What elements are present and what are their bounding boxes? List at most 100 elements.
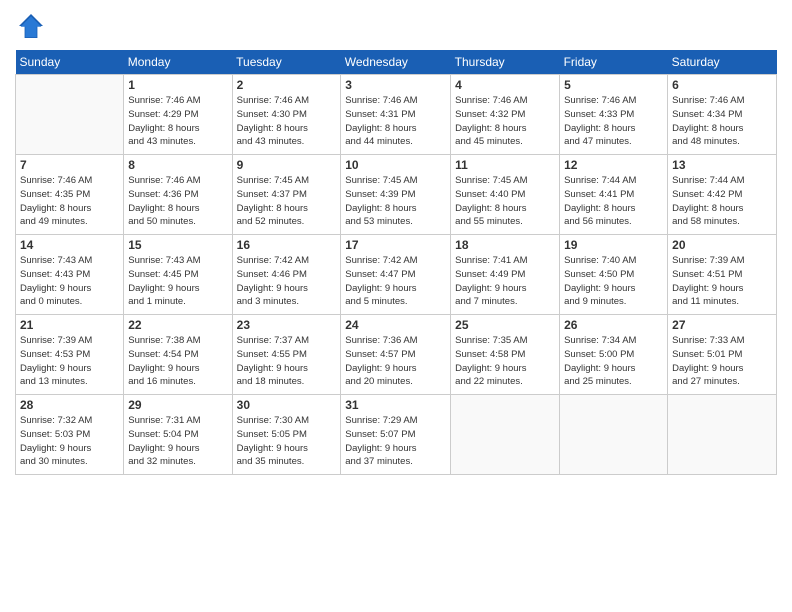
week-row-1: 1 Sunrise: 7:46 AMSunset: 4:29 PMDaylight… [16,75,777,155]
calendar-cell: 12 Sunrise: 7:44 AMSunset: 4:41 PMDayligh… [560,155,668,235]
day-number: 7 [20,158,119,172]
day-number: 5 [564,78,663,92]
day-info: Sunrise: 7:44 AMSunset: 4:41 PMDaylight:… [564,174,663,229]
calendar-cell: 8 Sunrise: 7:46 AMSunset: 4:36 PMDaylight… [124,155,232,235]
logo [15,10,51,42]
calendar-cell [16,75,124,155]
calendar-cell [668,395,777,475]
day-info: Sunrise: 7:43 AMSunset: 4:43 PMDaylight:… [20,254,119,309]
day-number: 8 [128,158,227,172]
day-number: 25 [455,318,555,332]
day-info: Sunrise: 7:45 AMSunset: 4:37 PMDaylight:… [237,174,337,229]
day-number: 12 [564,158,663,172]
calendar-cell: 6 Sunrise: 7:46 AMSunset: 4:34 PMDaylight… [668,75,777,155]
day-number: 2 [237,78,337,92]
day-info: Sunrise: 7:29 AMSunset: 5:07 PMDaylight:… [345,414,446,469]
day-info: Sunrise: 7:41 AMSunset: 4:49 PMDaylight:… [455,254,555,309]
day-number: 30 [237,398,337,412]
day-info: Sunrise: 7:43 AMSunset: 4:45 PMDaylight:… [128,254,227,309]
day-info: Sunrise: 7:42 AMSunset: 4:46 PMDaylight:… [237,254,337,309]
calendar-cell: 5Sunrise: 7:46 AMSunset: 4:33 PMDaylight… [560,75,668,155]
header-day-sunday: Sunday [16,50,124,75]
calendar-cell: 19 Sunrise: 7:40 AMSunset: 4:50 PMDayligh… [560,235,668,315]
calendar-cell [560,395,668,475]
day-info: Sunrise: 7:39 AMSunset: 4:53 PMDaylight:… [20,334,119,389]
day-number: 21 [20,318,119,332]
calendar-cell: 20 Sunrise: 7:39 AMSunset: 4:51 PMDayligh… [668,235,777,315]
day-info: Sunrise: 7:39 AMSunset: 4:51 PMDaylight:… [672,254,772,309]
day-info: Sunrise: 7:46 AMSunset: 4:34 PMDaylight:… [672,94,772,149]
day-number: 9 [237,158,337,172]
day-number: 31 [345,398,446,412]
day-number: 6 [672,78,772,92]
week-row-5: 28Sunrise: 7:32 AMSunset: 5:03 PMDayligh… [16,395,777,475]
logo-icon [15,10,47,42]
day-info: Sunrise: 7:45 AMSunset: 4:40 PMDaylight:… [455,174,555,229]
calendar-cell: 2 Sunrise: 7:46 AMSunset: 4:30 PMDaylight… [232,75,341,155]
day-number: 11 [455,158,555,172]
calendar-table: SundayMondayTuesdayWednesdayThursdayFrid… [15,50,777,475]
day-number: 10 [345,158,446,172]
header-day-wednesday: Wednesday [341,50,451,75]
day-number: 26 [564,318,663,332]
day-info: Sunrise: 7:31 AMSunset: 5:04 PMDaylight:… [128,414,227,469]
header-day-thursday: Thursday [451,50,560,75]
week-row-2: 7 Sunrise: 7:46 AMSunset: 4:35 PMDaylight… [16,155,777,235]
day-number: 18 [455,238,555,252]
day-info: Sunrise: 7:45 AMSunset: 4:39 PMDaylight:… [345,174,446,229]
day-number: 24 [345,318,446,332]
calendar-cell: 14 Sunrise: 7:43 AMSunset: 4:43 PMDayligh… [16,235,124,315]
calendar-body: 1 Sunrise: 7:46 AMSunset: 4:29 PMDaylight… [16,75,777,475]
calendar-cell: 10 Sunrise: 7:45 AMSunset: 4:39 PMDayligh… [341,155,451,235]
day-info: Sunrise: 7:30 AMSunset: 5:05 PMDaylight:… [237,414,337,469]
day-info: Sunrise: 7:40 AMSunset: 4:50 PMDaylight:… [564,254,663,309]
day-info: Sunrise: 7:46 AMSunset: 4:29 PMDaylight:… [128,94,227,149]
calendar-cell: 13 Sunrise: 7:44 AMSunset: 4:42 PMDayligh… [668,155,777,235]
day-number: 4 [455,78,555,92]
calendar-cell: 11 Sunrise: 7:45 AMSunset: 4:40 PMDayligh… [451,155,560,235]
day-number: 15 [128,238,227,252]
day-info: Sunrise: 7:46 AMSunset: 4:35 PMDaylight:… [20,174,119,229]
header [15,10,777,42]
day-info: Sunrise: 7:46 AMSunset: 4:31 PMDaylight:… [345,94,446,149]
calendar-cell: 22 Sunrise: 7:38 AMSunset: 4:54 PMDayligh… [124,315,232,395]
calendar-cell: 3 Sunrise: 7:46 AMSunset: 4:31 PMDaylight… [341,75,451,155]
day-number: 3 [345,78,446,92]
day-info: Sunrise: 7:46 AMSunset: 4:32 PMDaylight:… [455,94,555,149]
calendar-cell: 15 Sunrise: 7:43 AMSunset: 4:45 PMDayligh… [124,235,232,315]
calendar-cell: 30 Sunrise: 7:30 AMSunset: 5:05 PMDayligh… [232,395,341,475]
calendar-cell: 25 Sunrise: 7:35 AMSunset: 4:58 PMDayligh… [451,315,560,395]
calendar-cell: 31 Sunrise: 7:29 AMSunset: 5:07 PMDayligh… [341,395,451,475]
calendar-cell: 1 Sunrise: 7:46 AMSunset: 4:29 PMDaylight… [124,75,232,155]
day-info: Sunrise: 7:44 AMSunset: 4:42 PMDaylight:… [672,174,772,229]
calendar-cell: 23 Sunrise: 7:37 AMSunset: 4:55 PMDayligh… [232,315,341,395]
day-number: 23 [237,318,337,332]
calendar-cell: 17Sunrise: 7:42 AMSunset: 4:47 PMDayligh… [341,235,451,315]
day-number: 19 [564,238,663,252]
calendar-cell: 27Sunrise: 7:33 AMSunset: 5:01 PMDayligh… [668,315,777,395]
day-number: 14 [20,238,119,252]
calendar-cell: 24 Sunrise: 7:36 AMSunset: 4:57 PMDayligh… [341,315,451,395]
day-number: 29 [128,398,227,412]
page-container: SundayMondayTuesdayWednesdayThursdayFrid… [0,0,792,485]
calendar-cell: 9 Sunrise: 7:45 AMSunset: 4:37 PMDaylight… [232,155,341,235]
week-row-4: 21 Sunrise: 7:39 AMSunset: 4:53 PMDayligh… [16,315,777,395]
day-info: Sunrise: 7:46 AMSunset: 4:36 PMDaylight:… [128,174,227,229]
day-info: Sunrise: 7:32 AMSunset: 5:03 PMDaylight:… [20,414,119,469]
day-info: Sunrise: 7:38 AMSunset: 4:54 PMDaylight:… [128,334,227,389]
day-info: Sunrise: 7:35 AMSunset: 4:58 PMDaylight:… [455,334,555,389]
calendar-cell: 21 Sunrise: 7:39 AMSunset: 4:53 PMDayligh… [16,315,124,395]
calendar-header: SundayMondayTuesdayWednesdayThursdayFrid… [16,50,777,75]
day-number: 1 [128,78,227,92]
day-info: Sunrise: 7:46 AMSunset: 4:30 PMDaylight:… [237,94,337,149]
day-number: 27 [672,318,772,332]
day-info: Sunrise: 7:36 AMSunset: 4:57 PMDaylight:… [345,334,446,389]
calendar-cell: 7 Sunrise: 7:46 AMSunset: 4:35 PMDaylight… [16,155,124,235]
day-number: 22 [128,318,227,332]
calendar-cell [451,395,560,475]
day-number: 13 [672,158,772,172]
day-info: Sunrise: 7:37 AMSunset: 4:55 PMDaylight:… [237,334,337,389]
day-number: 20 [672,238,772,252]
calendar-cell: 4 Sunrise: 7:46 AMSunset: 4:32 PMDaylight… [451,75,560,155]
day-number: 16 [237,238,337,252]
